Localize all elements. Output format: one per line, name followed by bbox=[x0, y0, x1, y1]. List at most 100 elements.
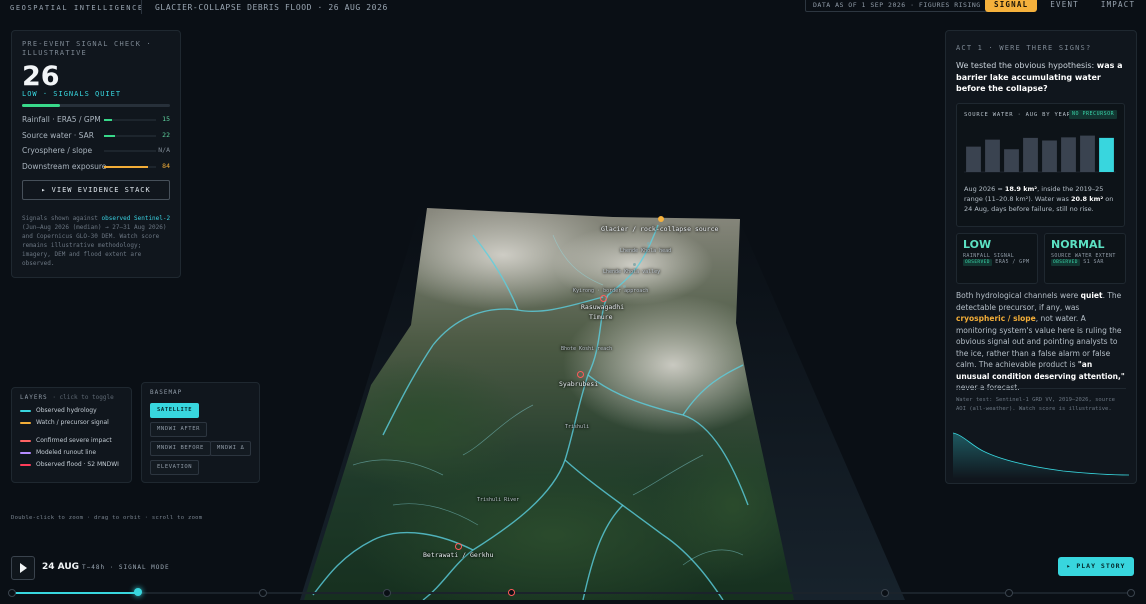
basemap-title: BASEMAP bbox=[150, 389, 183, 396]
timeline-stop[interactable] bbox=[1005, 589, 1013, 597]
metric-label: Rainfall · ERA5 / GPM bbox=[22, 115, 101, 124]
play-story-button[interactable]: ▸ PLAY STORY bbox=[1058, 557, 1134, 576]
play-icon bbox=[20, 563, 27, 573]
map-label-trishuli-reach: Trishuli bbox=[565, 424, 590, 430]
layer-swatch bbox=[20, 451, 31, 454]
metric-row: Rainfall · ERA5 / GPM 15 bbox=[22, 115, 170, 125]
basemap-mndwi-delta[interactable]: MNDWI Δ bbox=[210, 441, 252, 456]
source-water-extent-card: NORMAL SOURCE WATER EXTENT OBSERVED S1 SA… bbox=[1044, 233, 1126, 284]
source-water-source: S1 SAR bbox=[1083, 259, 1104, 265]
caption-v2: 20.8 km² bbox=[1070, 195, 1104, 203]
layer-swatch bbox=[20, 421, 31, 424]
layer-toggle[interactable]: Observed hydrology bbox=[20, 407, 128, 414]
metric-label: Downstream exposure bbox=[22, 161, 107, 171]
timeline-stop[interactable] bbox=[881, 589, 889, 597]
basemap-mndwi-before[interactable]: MNDWI BEFORE bbox=[150, 441, 211, 456]
betrawati-marker[interactable] bbox=[455, 543, 462, 550]
timeline-date: 24 AUG bbox=[42, 562, 80, 572]
basemap-elevation[interactable]: ELEVATION bbox=[150, 460, 200, 475]
metric-label: Source water · SAR bbox=[22, 130, 94, 140]
view-evidence-button[interactable]: ▸ VIEW EVIDENCE STACK bbox=[22, 180, 170, 200]
source-water-card: SOURCE WATER · AUG BY YEAR NO PRECURSOR … bbox=[956, 103, 1125, 227]
timeline-track[interactable] bbox=[8, 588, 1135, 597]
layer-swatch bbox=[20, 463, 31, 466]
basemap-mndwi-after[interactable]: MNDWI AFTER bbox=[150, 422, 208, 437]
timeline-stop[interactable] bbox=[8, 589, 16, 597]
timeline-stop[interactable] bbox=[383, 589, 391, 597]
map-label-head: Lhende Khola head bbox=[620, 248, 672, 254]
metric-row: Downstream exposure 84 bbox=[22, 162, 170, 172]
signal-note: Signals shown against observed Sentinel-… bbox=[22, 214, 172, 268]
metric-value: 84 bbox=[162, 161, 170, 170]
metric-bar bbox=[104, 119, 156, 121]
map-label-timure: Timure bbox=[589, 313, 613, 321]
bar-2024 bbox=[1061, 137, 1076, 172]
play-button[interactable] bbox=[11, 556, 35, 580]
rainfall-signal-value: LOW bbox=[963, 238, 992, 251]
map-label-syabrubesi: Syabrubesi bbox=[559, 380, 599, 388]
layer-label: Observed hydrology bbox=[36, 407, 97, 414]
layer-swatch bbox=[20, 409, 31, 412]
timeline-stop[interactable] bbox=[1127, 589, 1135, 597]
metric-bar-fill bbox=[104, 119, 112, 121]
layers-title-text: LAYERS bbox=[20, 394, 48, 401]
collapse-source-marker[interactable] bbox=[658, 216, 664, 222]
act-title: ACT 1 · WERE THERE SIGNS? bbox=[956, 44, 1092, 52]
terrain-surface bbox=[304, 208, 794, 600]
act-panel[interactable]: ACT 1 · WERE THERE SIGNS? We tested the … bbox=[945, 30, 1137, 484]
syabrubesi-marker[interactable] bbox=[577, 371, 584, 378]
bar-2021 bbox=[1004, 149, 1019, 172]
layer-toggle[interactable]: Watch / precursor signal bbox=[20, 419, 128, 426]
bar-2025 bbox=[1080, 135, 1095, 172]
note-highlight: observed Sentinel-2 bbox=[101, 215, 171, 222]
layer-label: Observed flood · S2 MNDWI bbox=[36, 461, 119, 468]
map-label-trishuli-river: Trishuli River bbox=[477, 497, 520, 503]
rainfall-signal-card: LOW RAINFALL SIGNAL OBSERVED ERA5 / GPM bbox=[956, 233, 1038, 284]
bar-2023 bbox=[1042, 140, 1057, 172]
no-precursor-badge: NO PRECURSOR bbox=[1069, 110, 1118, 119]
source-water-observed-chip: OBSERVED bbox=[1051, 259, 1080, 266]
metric-bar bbox=[104, 165, 156, 168]
map-label-bhote: Bhote Koshi reach bbox=[561, 346, 613, 352]
act-body: Both hydrological channels were quiet. T… bbox=[956, 290, 1128, 394]
layer-toggle[interactable]: Observed flood · S2 MNDWI bbox=[20, 461, 128, 468]
layers-title: LAYERS · click to toggle bbox=[20, 394, 114, 401]
chart-caption: Aug 2026 = 18.9 km², inside the 2019–25 … bbox=[964, 184, 1119, 214]
source-water-label: SOURCE WATER EXTENT OBSERVED S1 SAR bbox=[1051, 253, 1121, 266]
layer-toggle[interactable]: Modeled runout line bbox=[20, 449, 128, 456]
chart-title: SOURCE WATER · AUG BY YEAR bbox=[964, 112, 1071, 118]
terrain-map[interactable]: Glacier / rock-collapse source Lhende Kh… bbox=[303, 205, 803, 600]
act-question: We tested the obvious hypothesis: was a … bbox=[956, 60, 1128, 95]
metric-value: N/A bbox=[158, 146, 170, 154]
metric-bar-fill bbox=[104, 134, 116, 137]
basemap-satellite[interactable]: SATELLITE bbox=[150, 403, 200, 418]
layer-toggle[interactable]: Confirmed severe impact bbox=[20, 437, 128, 444]
rasuwagadhi-marker[interactable] bbox=[600, 295, 607, 302]
watch-score: 26 bbox=[22, 61, 60, 92]
map-controls-hint: Double-click to zoom · drag to orbit · s… bbox=[11, 515, 203, 521]
map-label-kyirong: Kyirong · border approach bbox=[573, 288, 649, 294]
body-p1: Both hydrological channels were bbox=[956, 291, 1081, 300]
timeline-stop[interactable] bbox=[259, 589, 267, 597]
question-prefix: We tested the obvious hypothesis: bbox=[956, 61, 1097, 70]
bar-2022 bbox=[1023, 137, 1038, 173]
layer-label: Modeled runout line bbox=[36, 449, 97, 456]
layer-swatch bbox=[20, 439, 31, 442]
caption-v1: 18.9 km² bbox=[1004, 185, 1038, 193]
metric-value: 15 bbox=[162, 115, 170, 123]
rainfall-signal-label: RAINFALL SIGNAL OBSERVED ERA5 / GPM bbox=[963, 253, 1033, 266]
metric-row: Cryosphere / slope N/A bbox=[22, 146, 170, 156]
decay-mini-chart bbox=[953, 432, 1129, 479]
layer-label: Watch / precursor signal bbox=[36, 419, 109, 426]
note-prefix: Signals shown against bbox=[22, 215, 102, 222]
source-water-bar-chart bbox=[964, 135, 1116, 173]
metric-label: Cryosphere / slope bbox=[22, 146, 93, 155]
timeline-event-marker[interactable] bbox=[508, 589, 515, 596]
bar-2020 bbox=[985, 139, 1000, 173]
score-bar-fill bbox=[22, 104, 61, 107]
rainfall-observed-chip: OBSERVED bbox=[963, 259, 992, 266]
metric-row: Source water · SAR 22 bbox=[22, 131, 170, 141]
map-label-source: Glacier / rock-collapse source bbox=[601, 225, 719, 233]
map-point-head bbox=[647, 242, 650, 245]
timeline-thumb[interactable] bbox=[133, 588, 142, 596]
